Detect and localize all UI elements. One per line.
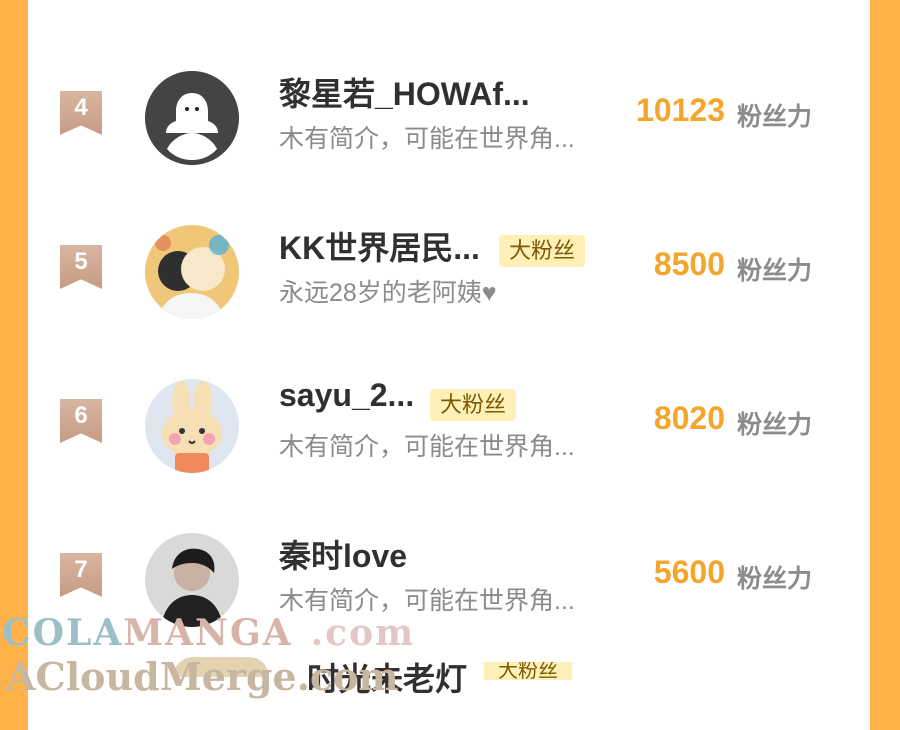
bunny-avatar-icon bbox=[145, 379, 239, 473]
big-fan-badge: 大粉丝 bbox=[430, 389, 517, 421]
user-name[interactable]: sayu_2... bbox=[279, 377, 414, 414]
list-item[interactable]: 4 黎星若_HOWAf... 木有简介，可能在世界角... 10123 粉丝力 bbox=[28, 67, 870, 207]
avatar-partial-bottom[interactable] bbox=[173, 657, 269, 677]
user-name[interactable]: 黎星若_HOWAf... bbox=[279, 69, 530, 115]
fan-power-unit: 粉丝力 bbox=[737, 411, 813, 439]
fan-power-score: 10123 bbox=[636, 92, 725, 128]
user-name-partial[interactable]: 时光未老灯 bbox=[307, 654, 467, 700]
avatar[interactable] bbox=[145, 379, 239, 473]
fan-power-score: 8500 bbox=[653, 246, 725, 282]
user-bio: 木有简介，可能在世界角... bbox=[279, 125, 575, 153]
person-avatar-icon bbox=[145, 533, 239, 627]
fan-power-score: 5600 bbox=[653, 554, 725, 590]
fan-power-unit: 粉丝力 bbox=[737, 565, 813, 593]
user-name[interactable]: KK世界居民... bbox=[279, 223, 480, 269]
ghost-avatar-icon bbox=[145, 71, 239, 165]
rank-flag: 4 bbox=[60, 91, 102, 135]
fan-power-score: 8020 bbox=[653, 400, 725, 436]
rank-flag: 7 bbox=[60, 553, 102, 597]
list-item[interactable]: 6 sayu_2... 大粉丝 木有简介，可能在世界角... 8020 粉丝力 bbox=[28, 375, 870, 515]
big-fan-badge: 大粉丝 bbox=[499, 235, 586, 267]
avatar[interactable] bbox=[145, 533, 239, 627]
user-bio: 木有简介，可能在世界角... bbox=[279, 587, 575, 615]
list-item[interactable]: 7 秦时love 木有简介，可能在世界角... 5600 粉丝力 bbox=[28, 529, 870, 669]
fan-power-unit: 粉丝力 bbox=[737, 103, 813, 131]
leaderboard-card: 4 黎星若_HOWAf... 木有简介，可能在世界角... 10123 粉丝力 … bbox=[28, 0, 870, 730]
couple-avatar-icon bbox=[145, 225, 239, 319]
user-name[interactable]: 秦时love bbox=[279, 531, 407, 577]
user-bio: 永远28岁的老阿姨♥ bbox=[279, 279, 497, 307]
user-bio: 木有简介，可能在世界角... bbox=[279, 433, 575, 461]
big-fan-badge-partial: 大粉丝 bbox=[484, 662, 572, 680]
avatar[interactable] bbox=[145, 225, 239, 319]
rank-flag: 6 bbox=[60, 399, 102, 443]
fan-power-unit: 粉丝力 bbox=[737, 257, 813, 285]
list-item[interactable]: 5 KK世界居民... 大粉丝 永远28岁的老阿姨♥ 8500 粉丝力 bbox=[28, 221, 870, 361]
avatar[interactable] bbox=[145, 71, 239, 165]
rank-flag: 5 bbox=[60, 245, 102, 289]
